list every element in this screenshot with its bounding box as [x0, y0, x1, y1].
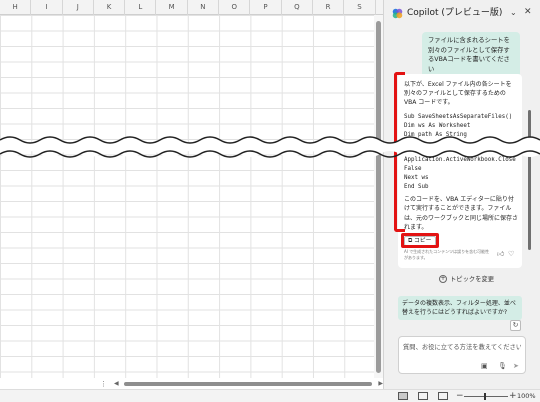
horizontal-scroll-track[interactable]: ◀ ▶	[114, 380, 383, 388]
vertical-scroll-thumb[interactable]	[376, 21, 381, 373]
pane-title: Copilot (プレビュー版)	[407, 8, 503, 18]
user-message: ファイルに含まれるシートを別々のファイルとして保存するVBAコードを書いてくださ…	[422, 32, 520, 78]
suggested-prompt[interactable]: データの複数表示、フィルター処理、並べ替えを行うにはどうすればよいですか?	[398, 296, 522, 320]
cell-grid[interactable]	[0, 15, 374, 378]
column-header[interactable]: P	[250, 0, 282, 15]
zoom-slider[interactable]	[464, 396, 508, 397]
copilot-logo-icon	[392, 8, 403, 19]
ai-disclaimer: AI で生成されたコンテンツは誤りを含む可能性があります。	[404, 249, 490, 260]
zoom-in-icon[interactable]: +	[509, 390, 517, 402]
sheet-tab-splitter[interactable]: ⋮	[100, 379, 107, 389]
status-bar: − + 100%	[0, 389, 540, 402]
reply-intro-text: 以下が、Excel ファイル内の各シートを別々のファイルとして保存するためのVB…	[404, 81, 512, 106]
close-icon[interactable]: ✕	[524, 6, 532, 18]
change-topic-label: トピックを変更	[450, 276, 495, 283]
column-header[interactable]: J	[63, 0, 94, 15]
thumbs-down-icon[interactable]: ♡	[508, 250, 514, 258]
column-headers: H I J K L M N O P Q R S	[0, 0, 383, 15]
zoom-level[interactable]: 100%	[517, 390, 536, 402]
code-line: End Sub	[404, 184, 429, 190]
thumbs-up-icon[interactable]: 👍︎	[497, 250, 504, 258]
new-topic-icon: +	[439, 275, 447, 283]
column-header[interactable]: H	[0, 0, 32, 15]
column-header[interactable]: M	[156, 0, 188, 15]
copilot-pane: Copilot (プレビュー版) ⌄ ✕ ファイルに含まれるシートを別々のファイ…	[383, 0, 540, 389]
change-topic-button[interactable]: + トピックを変更	[439, 275, 494, 284]
column-header[interactable]: L	[125, 0, 157, 15]
attach-icon[interactable]: ▣	[481, 362, 488, 370]
chat-input-box: ▣ 🎙︎ ➤	[398, 336, 526, 374]
chat-scrollbar[interactable]	[528, 110, 531, 250]
code-line: Dim ws As Worksheet	[404, 123, 471, 129]
highlight-box	[401, 233, 439, 248]
page-layout-view-icon[interactable]	[418, 392, 428, 400]
chevron-down-icon[interactable]: ⌄	[510, 7, 517, 19]
column-header[interactable]: Q	[282, 0, 313, 15]
vertical-scrollbar[interactable]	[374, 15, 383, 378]
code-line: False	[404, 166, 422, 172]
column-header[interactable]: I	[31, 0, 63, 15]
spreadsheet: H I J K L M N O P Q R S	[0, 0, 383, 378]
code-line: Next ws	[404, 175, 429, 181]
page-break-view-icon[interactable]	[438, 392, 448, 400]
zoom-out-icon[interactable]: −	[456, 390, 464, 402]
column-header[interactable]: K	[94, 0, 126, 15]
code-line: Sub SaveSheetsAsSeparateFiles()	[404, 114, 513, 120]
horizontal-scrollbar[interactable]: ⋮ ◀ ▶	[100, 379, 383, 389]
reply-outro-text: このコードを、VBA エディターに貼り付けて実行することができます。ファイルは、…	[404, 196, 519, 231]
wavy-break-overlay	[0, 136, 540, 158]
scroll-left-icon[interactable]: ◀	[114, 380, 119, 388]
microphone-icon[interactable]: 🎙︎	[498, 362, 507, 370]
column-header[interactable]: S	[344, 0, 376, 15]
normal-view-icon[interactable]	[398, 392, 408, 400]
horizontal-scroll-thumb[interactable]	[124, 382, 372, 386]
copilot-header: Copilot (プレビュー版) ⌄ ✕	[384, 0, 540, 26]
zoom-slider-thumb[interactable]	[484, 393, 486, 400]
column-header[interactable]: N	[188, 0, 220, 15]
column-header[interactable]: R	[313, 0, 345, 15]
refresh-icon[interactable]: ↻	[510, 320, 521, 331]
column-header[interactable]: O	[219, 0, 251, 15]
chat-input[interactable]	[403, 341, 521, 353]
send-icon[interactable]: ➤	[513, 362, 519, 370]
